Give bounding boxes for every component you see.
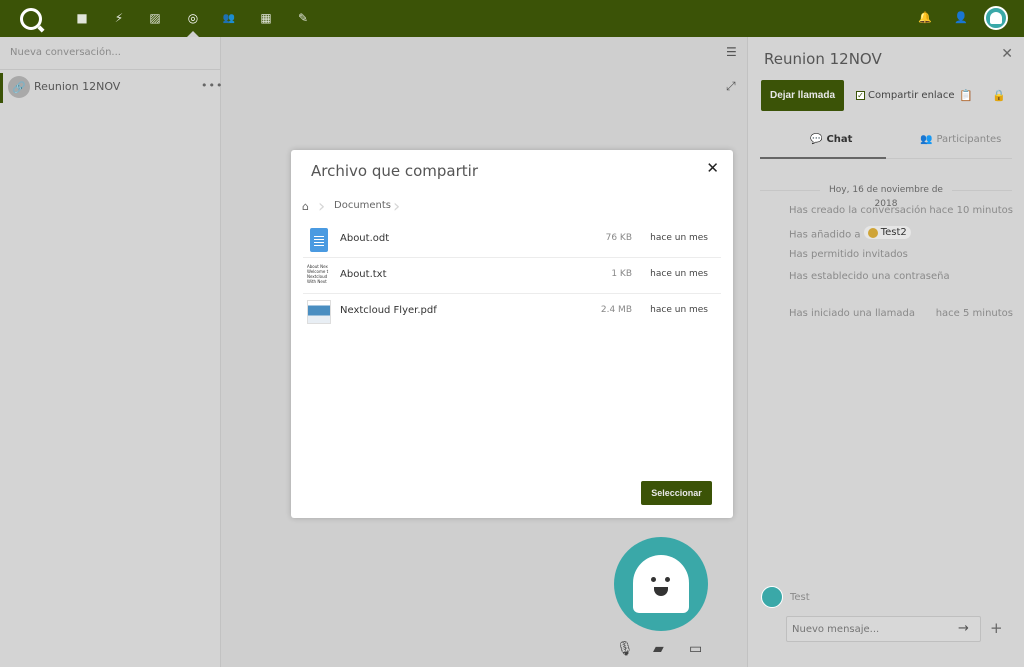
message-text: Has añadido a: [789, 229, 861, 241]
send-arrow-icon[interactable]: →: [958, 621, 969, 636]
dialog-title: Archivo que compartir: [311, 162, 478, 180]
tab-chat-label: Chat: [826, 134, 853, 145]
share-link-label: Compartir enlace: [868, 90, 955, 101]
tab-chat[interactable]: 💬 Chat: [810, 134, 852, 145]
active-tab-indicator: [760, 157, 886, 159]
ghost-eye: [665, 577, 670, 582]
file-row[interactable]: Nextcloud Flyer.pdf 2.4 MB hace un mes: [303, 294, 721, 330]
contacts-menu-icon[interactable]: 👤: [954, 11, 968, 24]
conversation-item-reunion[interactable]: 🔗 Reunion 12NOV •••: [0, 73, 222, 103]
current-user-name: Test: [790, 592, 810, 603]
fullscreen-icon[interactable]: ⤢: [726, 79, 736, 94]
nextcloud-logo-icon[interactable]: [20, 8, 42, 30]
message-timestamp: hace 5 minutos: [935, 308, 1013, 319]
breadcrumb-documents[interactable]: Documents: [334, 200, 391, 211]
new-conversation-input[interactable]: Nueva conversación...: [10, 47, 121, 58]
message-input[interactable]: [786, 616, 981, 642]
add-attachment-icon[interactable]: +: [990, 619, 1003, 637]
close-icon[interactable]: ✕: [706, 159, 719, 177]
disable-video-icon[interactable]: ▰: [653, 641, 664, 657]
file-name: About.odt: [340, 233, 390, 244]
conversation-name: Reunion 12NOV: [34, 80, 121, 93]
share-link-checkbox[interactable]: ✓ Compartir enlace: [856, 90, 954, 101]
local-video-avatar: [614, 537, 708, 631]
notes-icon[interactable]: ✎: [296, 11, 310, 25]
current-user-avatar: [761, 586, 783, 608]
message-timestamp: hace 10 minutos: [929, 205, 1013, 216]
top-header: ■ ⚡ ▨ ◎ 👥 ▦ ✎ 🔔 👤: [0, 0, 1024, 37]
file-name: Nextcloud Flyer.pdf: [340, 305, 437, 316]
close-icon[interactable]: ✕: [1001, 46, 1013, 62]
user-avatar[interactable]: [984, 6, 1008, 30]
system-message: Has permitido invitados: [789, 249, 908, 260]
file-size: 76 KB: [605, 233, 632, 243]
chat-bubble-icon: 💬: [810, 134, 823, 145]
screen-share-icon[interactable]: ▭: [689, 641, 702, 657]
lock-icon[interactable]: 🔒: [992, 89, 1006, 102]
link-icon: 🔗: [8, 76, 30, 98]
ghost-mouth: [654, 587, 668, 596]
toggle-sidebar-icon[interactable]: ☰: [726, 45, 737, 59]
divider: [0, 69, 221, 70]
checkbox-checked-icon[interactable]: ✓: [856, 91, 865, 100]
user-mention[interactable]: Test2: [863, 226, 911, 239]
talk-icon[interactable]: ◎: [186, 11, 200, 25]
file-picker-dialog: Archivo que compartir ✕ ⌂ › Documents › …: [291, 150, 733, 518]
notifications-bell-icon[interactable]: 🔔: [918, 11, 932, 24]
file-date: hace un mes: [650, 233, 708, 243]
file-size: 1 KB: [611, 269, 632, 279]
select-button[interactable]: Seleccionar: [641, 481, 712, 505]
tab-divider: [886, 158, 1012, 159]
calendar-icon[interactable]: ▦: [259, 11, 273, 25]
copy-link-icon[interactable]: 📋: [959, 89, 973, 102]
file-date: hace un mes: [650, 305, 708, 315]
file-name: About.txt: [340, 269, 387, 280]
leave-call-button[interactable]: Dejar llamada: [761, 80, 844, 111]
ghost-avatar-icon: [633, 555, 689, 613]
contacts-icon[interactable]: 👥: [222, 11, 236, 25]
room-title: Reunion 12NOV: [764, 50, 882, 68]
system-message: Has establecido una contraseña: [789, 271, 950, 282]
tab-participants-label: Participantes: [936, 134, 1002, 145]
file-date: hace un mes: [650, 269, 708, 279]
breadcrumb-separator: ›: [393, 196, 401, 217]
activity-icon[interactable]: ⚡: [112, 11, 126, 25]
pdf-preview-icon: [307, 300, 331, 324]
system-message: Has iniciado una llamada: [789, 308, 915, 319]
breadcrumb-separator: ›: [318, 196, 326, 217]
tab-participants[interactable]: 👥 Participantes: [920, 134, 1001, 145]
mention-avatar: [867, 227, 878, 238]
room-sidebar: Reunion 12NOV ✕ Dejar llamada ✓ Comparti…: [747, 37, 1024, 667]
ghost-avatar-icon: [990, 12, 1002, 24]
ghost-eye: [651, 577, 656, 582]
file-row[interactable]: About Nex Welcome t Nextcloud With Next …: [303, 258, 721, 294]
file-size: 2.4 MB: [600, 305, 632, 315]
document-icon: [310, 228, 328, 252]
system-message: Has creado la conversación: [789, 205, 927, 216]
files-icon[interactable]: ■: [75, 11, 89, 25]
participants-icon: 👥: [920, 134, 933, 145]
mute-microphone-icon[interactable]: 🎙: [616, 641, 634, 657]
gallery-icon[interactable]: ▨: [148, 11, 162, 25]
mention-name: Test2: [880, 227, 907, 238]
conversation-list-sidebar: Nueva conversación... 🔗 Reunion 12NOV ••…: [0, 37, 222, 667]
system-message: Has añadido a Test2: [789, 226, 911, 241]
file-row[interactable]: About.odt 76 KB hace un mes: [303, 222, 721, 258]
text-preview-icon: About Nex Welcome t Nextcloud With Next: [307, 264, 329, 284]
home-icon[interactable]: ⌂: [302, 200, 309, 213]
